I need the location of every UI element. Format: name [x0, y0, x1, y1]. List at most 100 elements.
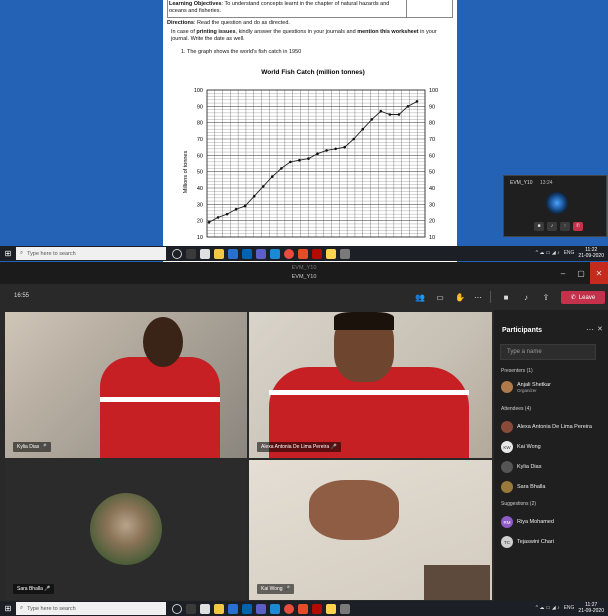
folder-icon[interactable]	[326, 248, 336, 259]
data-point	[271, 175, 274, 178]
search-icon: ⌕	[20, 605, 24, 611]
participant-row[interactable]: KW Kai Wong	[501, 440, 541, 454]
close-icon[interactable]: ✕	[590, 262, 608, 284]
chart-title: World Fish Catch (million tonnes)	[261, 69, 365, 76]
tray-icons[interactable]: ^ ☁ ▭ ◢ ♪	[536, 605, 560, 611]
call-duration: 16:55	[14, 293, 30, 299]
chrome-icon[interactable]	[284, 603, 294, 614]
cortana-icon[interactable]	[172, 603, 182, 614]
store-icon[interactable]	[228, 248, 238, 259]
language-indicator[interactable]: ENG	[564, 605, 575, 611]
camera-off-icon[interactable]: ■	[500, 291, 512, 303]
windows-start-icon[interactable]: ⊞	[0, 601, 16, 616]
teams-icon[interactable]	[256, 603, 266, 614]
avatar: RM	[501, 516, 513, 528]
mini-call-time: 13:24	[540, 180, 553, 186]
video-tile-kylia[interactable]: Kylia Dias 🎤	[5, 312, 247, 458]
call-controls-bar: 16:55 👥 ▭ ✋ ⋯ ■ ♪ ⇪ ✆ Leave	[0, 284, 608, 310]
video-tile-sara[interactable]: Sara Bhalla 🎤	[5, 460, 247, 600]
avatar	[501, 461, 513, 473]
video-tile-alexa[interactable]: Alexa Antonia De Lima Pereira 🎤	[249, 312, 492, 458]
participants-toggle-icon[interactable]: 👥	[414, 291, 426, 303]
file-icon[interactable]	[200, 248, 210, 259]
objectives-text-2: oceans and fisheries.	[169, 8, 221, 14]
explorer-icon[interactable]	[214, 603, 224, 614]
edge-icon[interactable]	[270, 603, 280, 614]
mini-call-window[interactable]: EVM_Y10 13:24 ■ ♪ ↑ ✆	[503, 175, 607, 237]
invite-input[interactable]: Type a name	[500, 344, 596, 360]
y-tick-label-left: 80	[197, 121, 203, 127]
language-indicator[interactable]: ENG	[564, 250, 575, 256]
store-icon[interactable]	[228, 603, 238, 614]
y-tick-label-left: 20	[197, 219, 203, 225]
data-point	[252, 194, 256, 198]
data-point	[415, 100, 419, 103]
tray-icons[interactable]: ^ ☁ ▭ ◢ ♪	[536, 250, 560, 256]
suggestions-label: Suggestions (2)	[501, 501, 537, 507]
powerpoint-icon[interactable]	[298, 603, 308, 614]
file-icon[interactable]	[200, 603, 210, 614]
participant-row[interactable]: Alexa Antonia De Lima Pereira	[501, 420, 592, 434]
teams-icon[interactable]	[256, 248, 266, 259]
mail-icon[interactable]	[242, 248, 252, 259]
task-view-icon[interactable]	[186, 248, 196, 259]
more-options-icon[interactable]: ⋯	[586, 325, 594, 334]
mic-muted-icon[interactable]: ♪	[520, 291, 532, 303]
directions-text: : Read the question and do as directed.	[193, 20, 290, 26]
windows-start-icon[interactable]: ⊞	[0, 246, 16, 261]
leave-button[interactable]: ✆ Leave	[561, 291, 605, 304]
system-tray: ^ ☁ ▭ ◢ ♪ ENG 11:27 21-09-2020	[536, 602, 604, 614]
data-point	[343, 145, 346, 149]
data-point	[298, 158, 301, 162]
acrobat-icon[interactable]	[312, 603, 322, 614]
edge-icon[interactable]	[270, 248, 280, 259]
task-view-icon[interactable]	[186, 603, 196, 614]
data-point	[388, 113, 392, 116]
question-1: 1. The graph shows the world's fish catc…	[181, 49, 302, 55]
taskbar-search[interactable]: ⌕ Type here to search	[16, 247, 166, 260]
participant-row[interactable]: Sara Bhalla	[501, 480, 545, 494]
share-screen-icon[interactable]: ⇪	[540, 291, 552, 303]
acrobat-icon[interactable]	[312, 248, 322, 259]
taskbar-apps	[172, 248, 350, 259]
camera-icon[interactable]: ■	[534, 222, 544, 231]
participant-row[interactable]: Kylia Dias	[501, 460, 541, 474]
video-tile-kai[interactable]: Kai Wong 🎤	[249, 460, 492, 600]
chrome-icon[interactable]	[284, 248, 294, 259]
hang-up-icon: ✆	[570, 295, 576, 301]
close-panel-icon[interactable]: ✕	[597, 325, 603, 333]
app-icon[interactable]	[340, 603, 350, 614]
clock-top[interactable]: 11:22 21-09-2020	[578, 247, 604, 259]
data-point	[234, 207, 238, 211]
powerpoint-icon[interactable]	[298, 248, 308, 259]
participant-role: Organizer	[517, 387, 537, 393]
participant-name: Riya Mohamed	[517, 519, 554, 525]
taskbar-search[interactable]: ⌕ Type here to search	[16, 602, 166, 615]
participant-row[interactable]: TC Tejaswini Chari	[501, 535, 554, 549]
presenters-label: Presenters (1)	[501, 368, 533, 374]
y-tick-label-left: 60	[197, 153, 203, 159]
more-actions-icon[interactable]: ⋯	[472, 291, 484, 303]
minimize-icon[interactable]: –	[554, 262, 572, 284]
share-icon[interactable]: ↑	[560, 222, 570, 231]
app-icon[interactable]	[340, 248, 350, 259]
window-title-ghost: EVM_Y10	[291, 265, 317, 271]
mail-icon[interactable]	[242, 603, 252, 614]
chat-icon[interactable]: ▭	[434, 291, 446, 303]
chart-grid	[206, 89, 426, 238]
clock-bottom[interactable]: 11:27 21-09-2020	[578, 602, 604, 614]
maximize-icon[interactable]: ▢	[572, 262, 590, 284]
explorer-icon[interactable]	[214, 248, 224, 259]
participant-row[interactable]: Anjali Shetkar Organizer	[501, 380, 551, 394]
raise-hand-icon[interactable]: ✋	[454, 291, 466, 303]
fish-catch-chart: World Fish Catch (million tonnes) Millio…	[183, 69, 438, 241]
cortana-icon[interactable]	[172, 248, 182, 259]
avatar: TC	[501, 536, 513, 548]
hang-up-icon[interactable]: ✆	[573, 222, 583, 231]
folder-icon[interactable]	[326, 603, 336, 614]
data-point	[261, 185, 265, 188]
participant-row[interactable]: RM Riya Mohamed	[501, 515, 554, 529]
mic-icon[interactable]: ♪	[547, 222, 557, 231]
chart-left-ticks: 100 90 80 70 60 50 40 30 20 10	[194, 88, 203, 241]
data-point	[207, 221, 211, 224]
